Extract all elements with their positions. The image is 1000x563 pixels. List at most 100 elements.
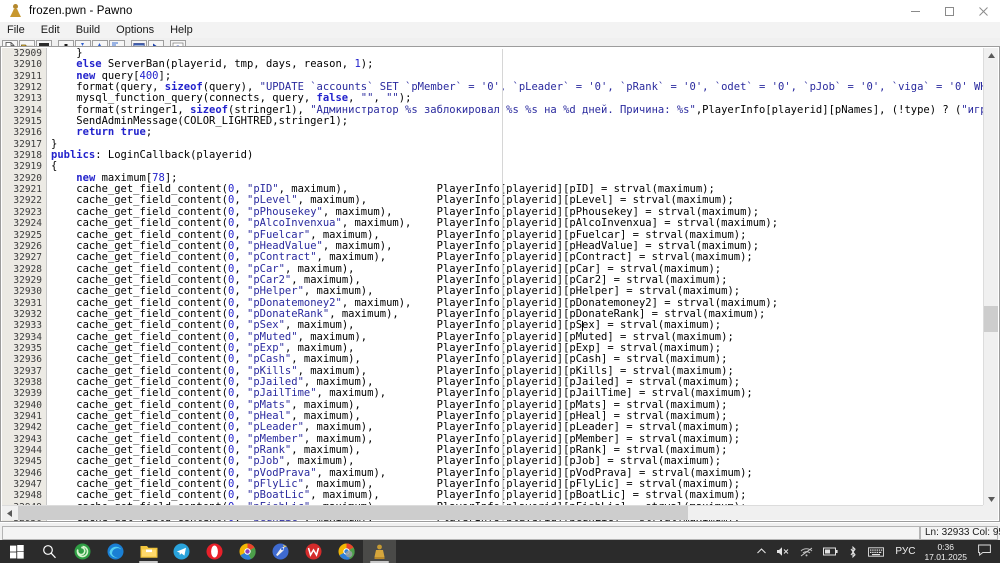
code-line[interactable]: cache_get_field_content(0, "pAlcoInvenxu… bbox=[47, 217, 987, 229]
minimize-button[interactable] bbox=[898, 0, 932, 22]
scroll-left-arrow-icon[interactable] bbox=[2, 506, 17, 520]
line-number: 32919 bbox=[13, 161, 42, 173]
status-message-pane bbox=[2, 525, 920, 540]
cursor-position-indicator: Ln: 32933 Col: 95 bbox=[920, 525, 1000, 540]
menu-item-edit[interactable]: Edit bbox=[33, 23, 68, 38]
menu-item-help[interactable]: Help bbox=[162, 23, 201, 38]
line-number: 32926 bbox=[13, 240, 42, 252]
telegram-icon[interactable] bbox=[165, 540, 198, 563]
maximize-button[interactable] bbox=[932, 0, 966, 22]
line-number: 32944 bbox=[13, 445, 42, 457]
line-number: 32946 bbox=[13, 467, 42, 479]
menu-item-build[interactable]: Build bbox=[68, 23, 108, 38]
microsoft-edge-icon[interactable] bbox=[99, 540, 132, 563]
touch-keyboard-icon[interactable] bbox=[863, 540, 889, 563]
chrome-colorful-icon[interactable] bbox=[231, 540, 264, 563]
scrollbar-corner bbox=[983, 505, 998, 520]
vertical-scrollbar-thumb[interactable] bbox=[984, 306, 998, 332]
line-number: 32915 bbox=[13, 116, 42, 128]
line-number: 32913 bbox=[13, 93, 42, 105]
code-line[interactable]: cache_get_field_content(0, "pSex", maxim… bbox=[47, 319, 987, 331]
line-number: 32912 bbox=[13, 82, 42, 94]
clock[interactable]: 0:36 17.01.2025 bbox=[921, 542, 974, 562]
code-line[interactable]: return true; bbox=[47, 127, 987, 139]
scroll-up-arrow-icon[interactable] bbox=[984, 48, 999, 63]
opera-icon[interactable] bbox=[198, 540, 231, 563]
show-hidden-icons[interactable] bbox=[752, 540, 771, 563]
battery-icon[interactable] bbox=[818, 540, 843, 563]
line-number: 32922 bbox=[13, 195, 42, 207]
notification-center-icon[interactable] bbox=[974, 543, 1000, 561]
line-number: 32938 bbox=[13, 376, 42, 388]
code-line[interactable]: cache_get_field_content(0, "pHelper", ma… bbox=[47, 285, 987, 297]
line-number: 32909 bbox=[13, 48, 42, 59]
status-bar: Ln: 32933 Col: 95 bbox=[0, 522, 1000, 541]
line-number: 32928 bbox=[13, 263, 42, 275]
code-line[interactable]: cache_get_field_content(0, "pContract", … bbox=[47, 251, 987, 263]
rocket-app-icon[interactable] bbox=[264, 540, 297, 563]
menu-item-options[interactable]: Options bbox=[108, 23, 162, 38]
pawno-icon[interactable] bbox=[363, 540, 396, 563]
line-number: 32914 bbox=[13, 104, 42, 116]
line-number: 32936 bbox=[13, 354, 42, 366]
line-number: 32911 bbox=[13, 70, 42, 82]
language-indicator[interactable]: РУС bbox=[889, 546, 921, 557]
code-line[interactable]: else ServerBan(playerid, tmp, days, reas… bbox=[47, 58, 987, 70]
line-number: 32935 bbox=[13, 342, 42, 354]
line-number: 32932 bbox=[13, 308, 42, 320]
windows-taskbar: РУС 0:36 17.01.2025 bbox=[0, 540, 1000, 563]
line-number: 32910 bbox=[13, 59, 42, 71]
title-bar: frozen.pwn - Pawno bbox=[0, 0, 1000, 23]
line-number: 32923 bbox=[13, 206, 42, 218]
menu-bar: File Edit Build Options Help bbox=[0, 22, 1000, 39]
horizontal-scrollbar[interactable] bbox=[2, 505, 985, 520]
code-line[interactable]: cache_get_field_content(0, "pJailTime", … bbox=[47, 387, 987, 399]
pawno-application-window: frozen.pwn - Pawno File Edit Build Optio… bbox=[0, 0, 1000, 563]
code-line[interactable]: cache_get_field_content(0, "pCash", maxi… bbox=[47, 353, 987, 365]
right-margin-guide bbox=[502, 49, 503, 521]
line-number: 32917 bbox=[13, 138, 42, 150]
line-number: 32931 bbox=[13, 297, 42, 309]
window-controls bbox=[898, 0, 1000, 22]
wondershare-icon[interactable] bbox=[297, 540, 330, 563]
spiral-app-icon[interactable] bbox=[66, 540, 99, 563]
horizontal-scrollbar-thumb[interactable] bbox=[18, 506, 688, 520]
code-text-area[interactable]: } else ServerBan(playerid, tmp, days, re… bbox=[47, 48, 987, 521]
line-number: 32945 bbox=[13, 456, 42, 468]
line-number: 32941 bbox=[13, 411, 42, 422]
line-number: 32943 bbox=[13, 433, 42, 445]
line-number: 32939 bbox=[13, 388, 42, 400]
pawn-icon bbox=[7, 3, 23, 19]
chrome-icon[interactable] bbox=[330, 540, 363, 563]
line-number: 32940 bbox=[13, 399, 42, 411]
line-number: 32930 bbox=[13, 286, 42, 298]
vertical-scrollbar[interactable] bbox=[983, 48, 998, 507]
text-caret bbox=[582, 321, 583, 332]
line-number: 32918 bbox=[13, 150, 42, 162]
code-editor[interactable]: 32909 32910 32911 32912 32913 32914 32915 32916… bbox=[0, 46, 1000, 522]
code-line[interactable]: SendAdminMessage(COLOR_LIGHTRED,stringer… bbox=[47, 115, 987, 127]
line-number: 32934 bbox=[13, 331, 42, 343]
line-number: 32916 bbox=[13, 127, 42, 139]
line-number: 32942 bbox=[13, 422, 42, 434]
close-button[interactable] bbox=[966, 0, 1000, 22]
line-number: 32947 bbox=[13, 479, 42, 491]
line-number: 32921 bbox=[13, 184, 42, 196]
network-icon[interactable] bbox=[795, 540, 818, 563]
code-line[interactable]: { bbox=[47, 161, 987, 173]
line-number: 32927 bbox=[13, 252, 42, 264]
line-number: 32925 bbox=[13, 229, 42, 241]
code-line[interactable]: publics: LoginCallback(playerid) bbox=[47, 149, 987, 161]
code-line[interactable]: cache_get_field_content(0, "pLeader", ma… bbox=[47, 421, 987, 433]
line-number: 32933 bbox=[13, 320, 42, 332]
start-button[interactable] bbox=[0, 540, 33, 563]
line-number: 32920 bbox=[13, 172, 42, 184]
window-title: frozen.pwn - Pawno bbox=[29, 5, 133, 17]
file-explorer-icon[interactable] bbox=[132, 540, 165, 563]
menu-item-file[interactable]: File bbox=[0, 23, 33, 38]
search-icon[interactable] bbox=[33, 540, 66, 563]
line-number: 32929 bbox=[13, 274, 42, 286]
system-tray: РУС 0:36 17.01.2025 bbox=[752, 540, 1000, 563]
volume-muted-icon[interactable] bbox=[771, 540, 795, 563]
bluetooth-icon[interactable] bbox=[843, 540, 863, 563]
